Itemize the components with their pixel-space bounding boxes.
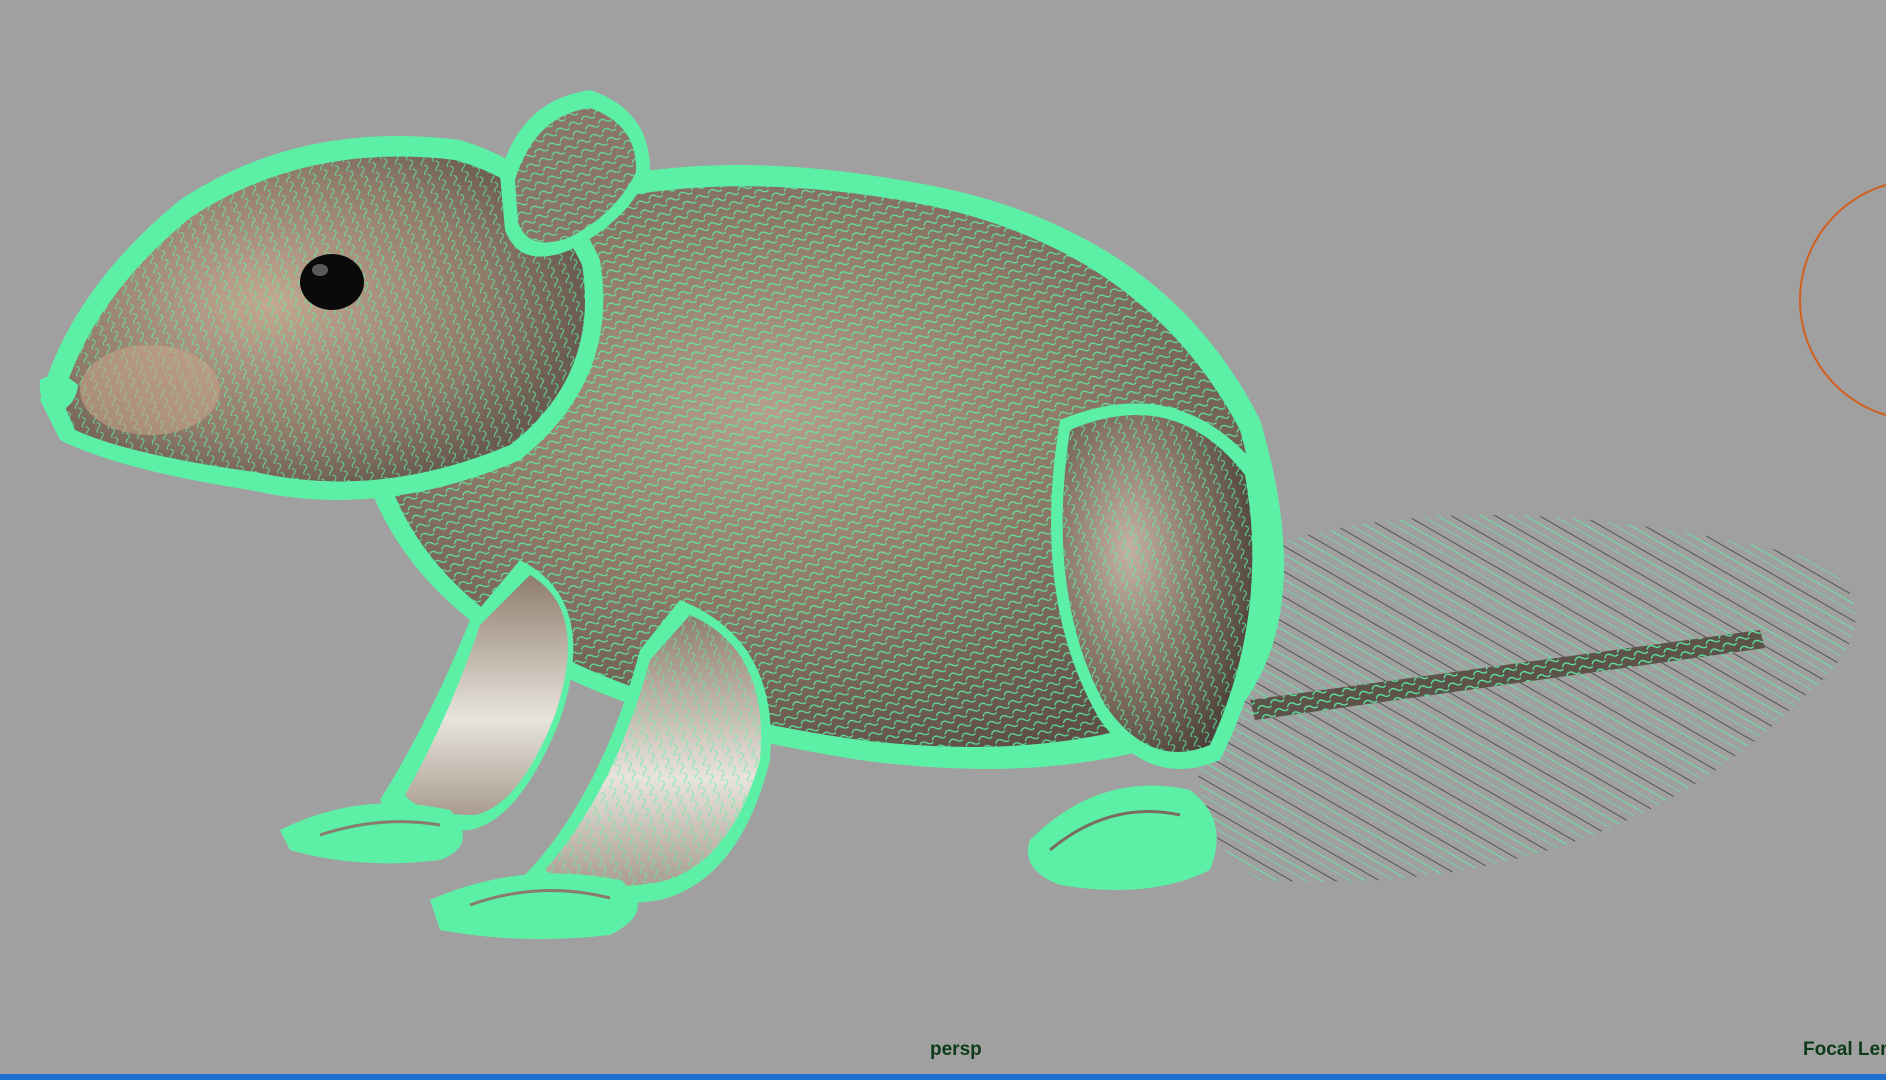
hind-foot: [1028, 785, 1217, 890]
eye: [300, 254, 364, 310]
camera-name-label: persp: [930, 1039, 982, 1060]
viewport-scene[interactable]: [0, 0, 1886, 1074]
focal-length-hud: Focal Len: [1803, 1039, 1886, 1060]
rotate-manipulator-ring[interactable]: [1799, 180, 1886, 420]
tail: [1196, 515, 1856, 882]
active-viewport-border: [0, 1074, 1886, 1080]
front-legs: [280, 560, 771, 939]
3d-viewport[interactable]: persp Focal Len: [0, 0, 1886, 1074]
